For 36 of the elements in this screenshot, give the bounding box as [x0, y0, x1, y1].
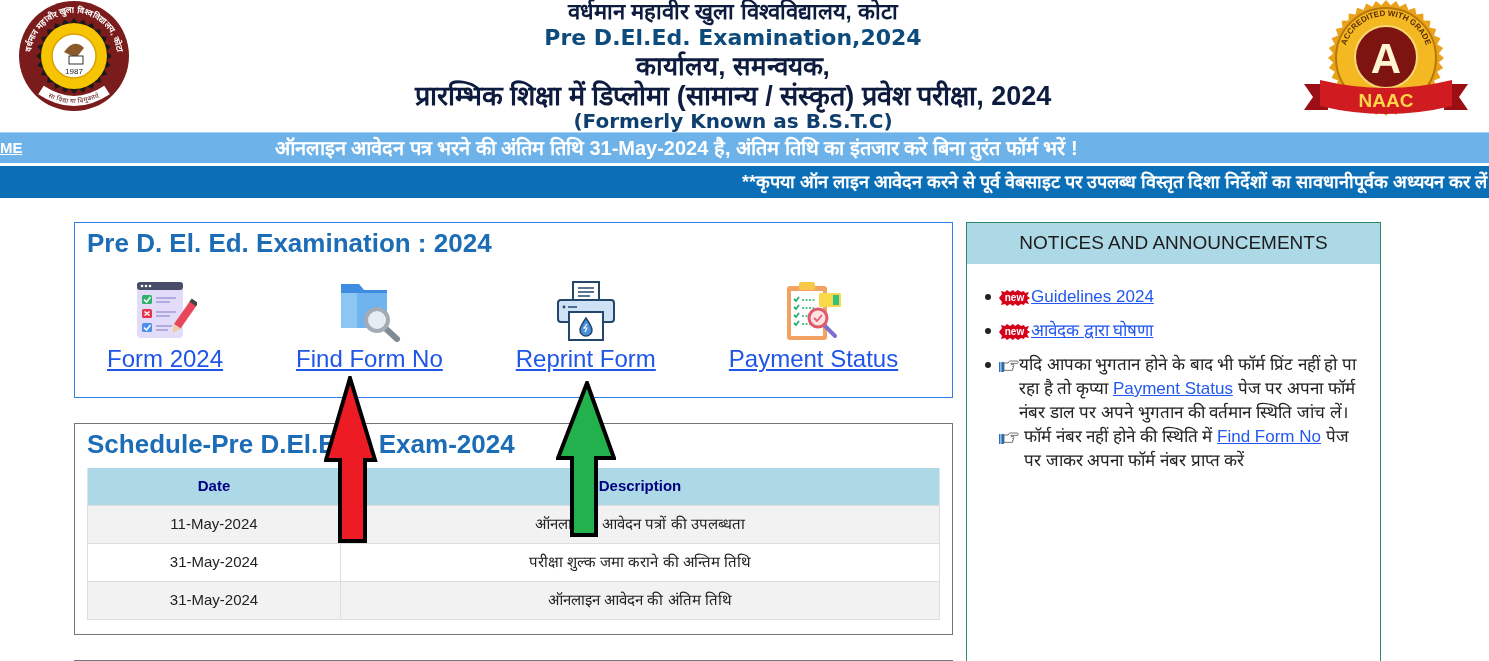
exam-title: Pre D.El.Ed. Examination,2024: [544, 25, 922, 51]
notices-title: NOTICES AND ANNOUNCEMENTS: [1019, 231, 1328, 256]
card-title: Pre D. El. Ed. Examination : 2024: [87, 227, 493, 260]
motto-ribbon: [38, 85, 110, 106]
pointing-hand-icon: [999, 430, 1019, 445]
column-header: Date: [87, 468, 341, 505]
notice-link[interactable]: Guidelines 2024: [1031, 287, 1154, 306]
table-cell: 31-May-2024: [87, 581, 341, 619]
notice-text: फॉर्म नंबर नहीं होने की स्थिति में Find Form No पेज पर जाकर अपना फॉर्म नंबर प्राप्त करें: [1024, 425, 1350, 472]
bullet-icon: [985, 294, 991, 300]
new-badge: new: [999, 323, 1030, 340]
reprint-form-link[interactable]: Reprint Form: [515, 344, 656, 373]
badge-ribbon-text: NAAC: [1358, 90, 1414, 111]
notice-bar-text: **कृपया ऑन लाइन आवेदन करने से पूर्व वेबसाइट पर उपलब्ध विस्तृत दिशा निर्देशों का सावधानीपूर्वक अध्ययन कर लें: [741, 170, 1487, 194]
table-cell: ऑनलाइन आवेदन की अंतिम तिथि: [340, 581, 940, 619]
bullet-icon: [985, 328, 991, 334]
notice-link[interactable]: Find Form No: [1217, 427, 1321, 446]
emblem-drawing: [64, 43, 84, 65]
logo-year: 1987: [65, 67, 83, 76]
find-form-link[interactable]: Find Form No: [296, 344, 443, 373]
office-title: कार्यालय, समन्वयक,: [636, 52, 830, 81]
notice-link[interactable]: आवेदक द्वारा घोषणा: [1031, 321, 1154, 340]
bullet-icon: [985, 362, 991, 368]
course-title: प्रारम्भिक शिक्षा में डिप्लोमा (सामान्य / संस्कृत) प्रवेश परीक्षा, 2024: [414, 81, 1052, 111]
table-cell: 11-May-2024: [87, 505, 341, 543]
notice-text: यदि आपका भुगतान होने के बाद भी फॉर्म प्रिंट नहीं हो पा रहा है तो कृप्या Payment Status पेज पर अपना फॉर्म नंबर डाल पर अपने भुगतान की वर्तमान स्थिति जांच लें।: [1019, 353, 1358, 425]
payment-status-link[interactable]: Payment Status: [728, 344, 899, 373]
ticker-text: ऑनलाइन आवेदन पत्र भरने की अंतिम तिथि 31-May-2024 है, अंतिम तिथि का इंतजार करे बिना तुरंत फॉर्म भरें !: [274, 135, 1078, 161]
table-cell: परीक्षा शुल्क जमा कराने की अन्तिम तिथि: [340, 543, 940, 581]
table-cell: 31-May-2024: [87, 543, 341, 581]
form-link[interactable]: Form 2024: [107, 344, 224, 373]
printer-icon: [554, 280, 617, 342]
notice-link[interactable]: Payment Status: [1112, 379, 1233, 398]
new-badge: new: [999, 289, 1030, 306]
badge-grade: A: [1370, 35, 1402, 82]
pointing-hand-icon: [999, 358, 1019, 373]
